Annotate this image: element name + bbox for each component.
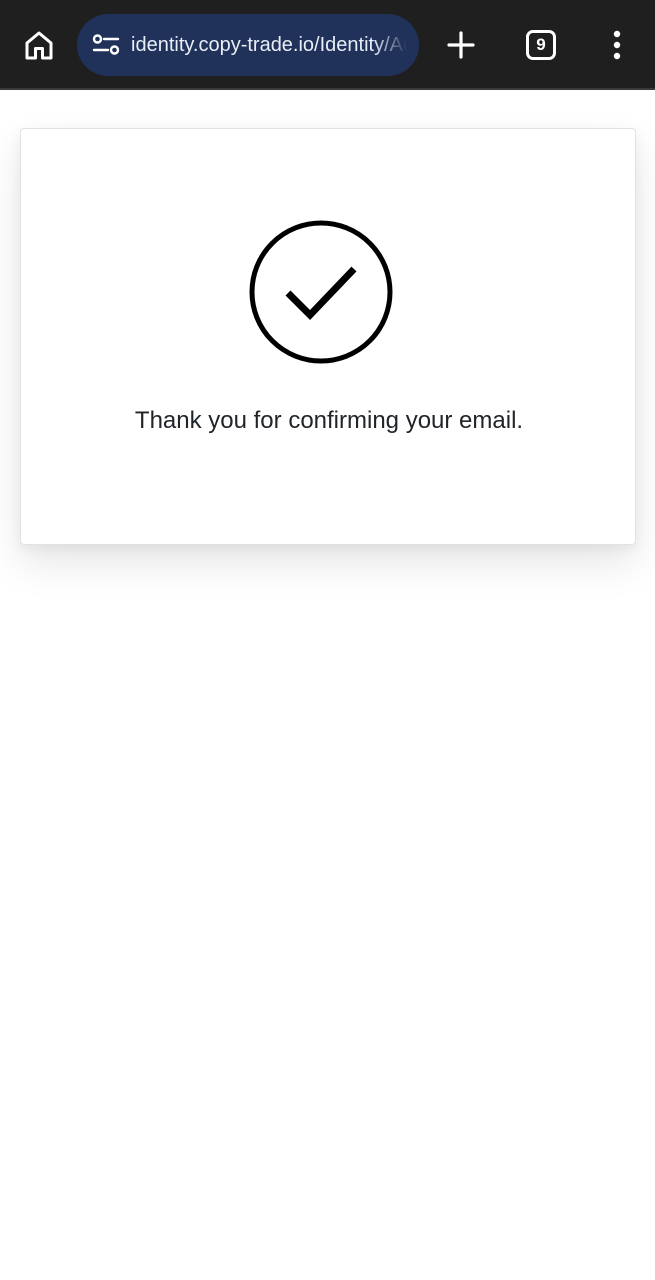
browser-toolbar: identity.copy-trade.io/Identity/Account/… bbox=[0, 0, 655, 90]
page-content: Thank you for confirming your email. bbox=[0, 92, 655, 1280]
confirmation-card: Thank you for confirming your email. bbox=[20, 128, 636, 545]
plus-icon bbox=[447, 31, 475, 59]
address-bar[interactable]: identity.copy-trade.io/Identity/Account/… bbox=[77, 14, 419, 76]
tab-switcher-button[interactable]: 9 bbox=[516, 20, 566, 70]
tune-icon bbox=[92, 34, 120, 55]
home-button[interactable] bbox=[14, 20, 64, 70]
new-tab-button[interactable] bbox=[436, 20, 486, 70]
home-icon bbox=[25, 31, 53, 60]
tab-count: 9 bbox=[536, 35, 546, 54]
browser-menu-button[interactable] bbox=[594, 20, 640, 70]
confirmation-message: Thank you for confirming your email. bbox=[134, 407, 524, 434]
url-text[interactable]: identity.copy-trade.io/Identity/Account/… bbox=[131, 34, 407, 57]
tab-switcher-icon: 9 bbox=[526, 30, 556, 60]
site-info-button[interactable] bbox=[81, 14, 131, 76]
more-vert-icon bbox=[613, 30, 621, 60]
check-circle-icon bbox=[248, 219, 394, 365]
